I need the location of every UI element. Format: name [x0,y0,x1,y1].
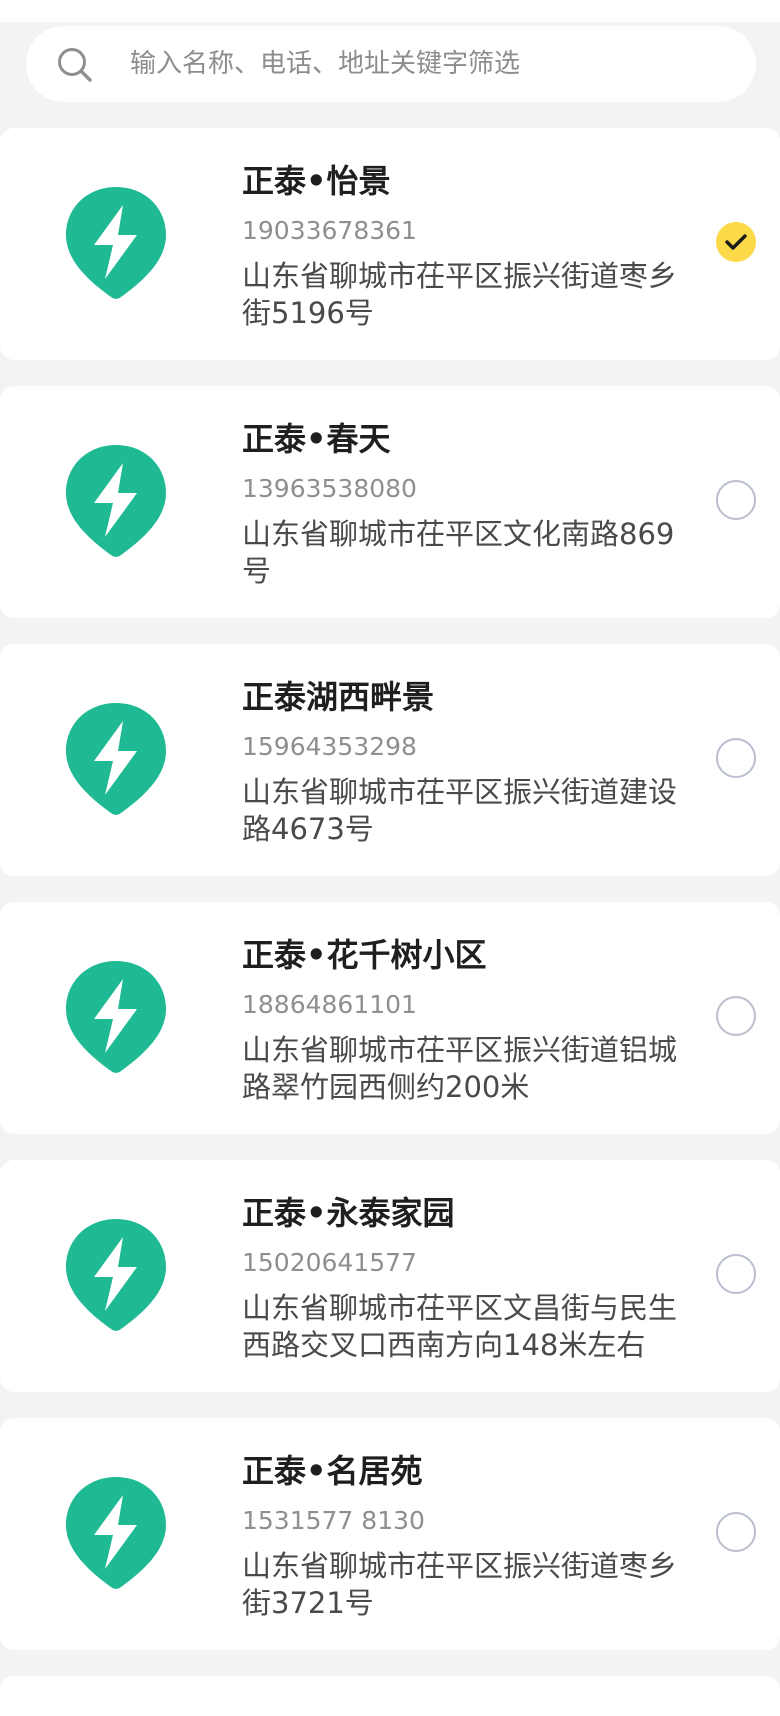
search-input[interactable] [130,42,730,86]
station-address: 山东省聊城市茌平区振兴街道枣乡街5196号 [242,259,678,330]
charging-station-icon [64,701,168,817]
station-card[interactable]: 正泰•名居苑 1531577 8130 山东省聊城市茌平区振兴街道枣乡街3721号 [0,1418,780,1650]
station-name: 正泰湖西畔景 [242,678,435,716]
station-phone: 18864861101 [242,990,417,1019]
station-address: 山东省聊城市茌平区振兴街道建设路4673号 [242,775,678,846]
station-name: 正泰•花千树小区 [242,936,487,974]
status-bar-area [0,0,780,22]
station-phone: 13963538080 [242,474,417,503]
station-address: 山东省聊城市茌平区文化南路869号 [242,517,675,588]
select-radio[interactable] [716,1254,756,1294]
selected-radio[interactable] [716,222,756,262]
search-icon [58,48,92,82]
select-radio[interactable] [716,480,756,520]
station-card-partial[interactable] [0,1676,780,1716]
charging-station-icon [64,1475,168,1591]
station-name: 正泰•名居苑 [242,1452,423,1490]
station-phone: 15020641577 [242,1248,417,1277]
station-name: 正泰•永泰家园 [242,1194,455,1232]
select-radio[interactable] [716,738,756,778]
station-card[interactable]: 正泰•怡景 19033678361 山东省聊城市茌平区振兴街道枣乡街5196号 [0,128,780,360]
station-card[interactable]: 正泰•永泰家园 15020641577 山东省聊城市茌平区文昌街与民生西路交叉口西南… [0,1160,780,1392]
station-card[interactable]: 正泰•花千树小区 18864861101 山东省聊城市茌平区振兴街道铝城路翠竹园西侧… [0,902,780,1134]
station-phone: 15964353298 [242,732,417,761]
select-radio[interactable] [716,996,756,1036]
charging-station-icon [64,443,168,559]
station-phone: 1531577 8130 [242,1506,425,1535]
station-name: 正泰•怡景 [242,162,391,200]
charging-station-icon [64,1217,168,1333]
charging-station-icon [64,185,168,301]
select-radio[interactable] [716,1512,756,1552]
station-name: 正泰•春天 [242,420,391,458]
station-address: 山东省聊城市茌平区文昌街与民生西路交叉口西南方向148米左右 [242,1291,678,1362]
station-address: 山东省聊城市茌平区振兴街道枣乡街3721号 [242,1549,678,1620]
search-bar[interactable] [26,26,756,102]
station-list: 正泰•怡景 19033678361 山东省聊城市茌平区振兴街道枣乡街5196号 正泰•… [0,128,780,1716]
station-address: 山东省聊城市茌平区振兴街道铝城路翠竹园西侧约200米 [242,1033,678,1104]
charging-station-icon [64,959,168,1075]
station-phone: 19033678361 [242,216,417,245]
station-card[interactable]: 正泰•春天 13963538080 山东省聊城市茌平区文化南路869号 [0,386,780,618]
station-card[interactable]: 正泰湖西畔景 15964353298 山东省聊城市茌平区振兴街道建设路4673号 [0,644,780,876]
